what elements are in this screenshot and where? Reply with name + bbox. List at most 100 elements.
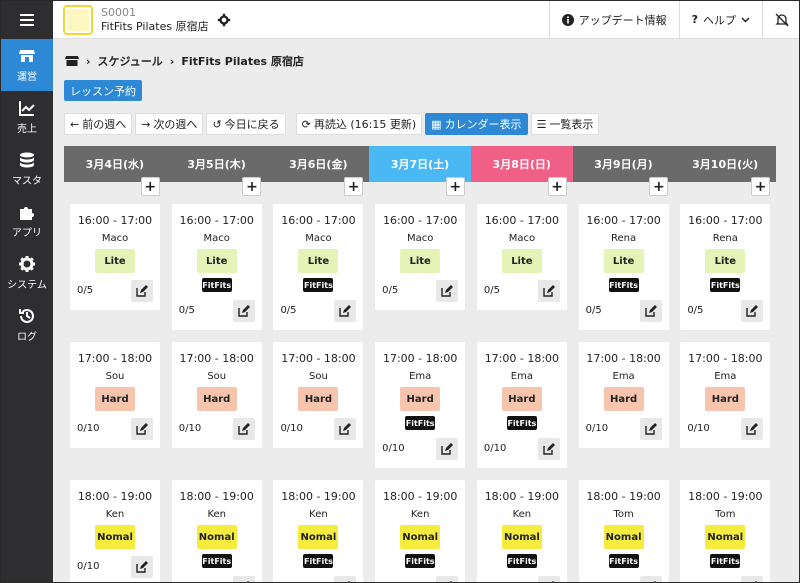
lesson-card[interactable]: 18:00 - 19:00KenNomalFitFits0/10 [273,480,364,582]
lesson-instructor: Maco [305,233,332,244]
edit-lesson-button[interactable] [131,556,153,578]
edit-lesson-button[interactable] [232,300,255,322]
sidebar-item-apps[interactable]: アプリ [1,195,53,247]
edit-lesson-button[interactable] [639,576,662,582]
lesson-card[interactable]: 18:00 - 19:00KenNomalFitFits0/10 [375,480,466,582]
level-badge: Lite [196,249,237,273]
edit-lesson-button[interactable] [741,300,764,322]
edit-lesson-button[interactable] [537,280,560,302]
lesson-card[interactable]: 17:00 - 18:00 Sou Hard 0/10 [70,342,160,448]
edit-lesson-button[interactable] [334,576,357,582]
lesson-card[interactable]: 16:00 - 17:00 Maco Lite FitFits 0/5 [273,204,364,330]
add-lesson-button[interactable]: + [344,177,364,196]
lesson-card[interactable]: 16:00 - 17:00 Maco Lite 0/5 [375,204,466,310]
lesson-time: 18:00 - 19:00 [382,490,458,503]
day-column: +16:00 - 17:00 Maco Lite 0/5 17:00 - 18:00 Em… [471,177,573,582]
lesson-reserve-button[interactable]: レッスン予約 [64,80,142,101]
edit-lesson-button[interactable] [537,438,560,460]
sidebar-item-master[interactable]: マスタ [1,143,53,195]
lesson-card[interactable]: 16:00 - 17:00 Rena Lite FitFits 0/5 [680,204,771,330]
lesson-card[interactable]: 16:00 - 17:00 Maco Lite FitFits 0/5 [171,204,262,330]
store-info: S0001 FitFits Pilates 原宿店 [101,6,209,34]
menu-toggle-button[interactable] [1,1,53,39]
edit-icon [441,285,454,297]
arrow-right-icon: → [141,117,151,131]
next-week-button[interactable]: → 次の週へ [135,113,204,135]
notifications-off-button[interactable] [762,1,799,39]
edit-lesson-button[interactable] [436,438,459,460]
store-code: S0001 [101,5,136,19]
add-lesson-button[interactable]: + [751,177,771,196]
calendar-view-button[interactable]: ▦ カレンダー表示 [425,113,528,135]
day-column: +16:00 - 17:00 Rena Lite FitFits 0/5 17:00 - … [573,177,675,582]
add-lesson-button[interactable]: + [445,177,465,196]
update-info-button[interactable]: アップデート情報 [548,1,679,39]
sidebar-item-system[interactable]: システム [1,247,53,299]
add-lesson-button[interactable]: + [140,177,160,196]
lesson-card[interactable]: 18:00 - 19:00KenNomalFitFits0/10 [476,480,567,582]
edit-lesson-button[interactable] [639,418,662,440]
sidebar-item-sales[interactable]: 売上 [1,91,53,143]
edit-icon [136,561,148,573]
lesson-capacity: 0/10 [77,561,100,572]
lesson-time: 18:00 - 19:00 [281,490,356,503]
sidebar-item-log[interactable]: ログ [1,299,53,351]
lesson-time: 16:00 - 17:00 [281,214,356,227]
today-button[interactable]: ↺ 今日に戻る [206,113,286,135]
lesson-capacity: 0/5 [280,305,297,316]
help-label: ヘルプ [703,13,736,27]
breadcrumb-schedule[interactable]: スケジュール [98,53,163,69]
add-lesson-button[interactable]: + [649,177,669,196]
lesson-card[interactable]: 18:00 - 19:00KenNomalFitFits0/10 [171,480,262,582]
lesson-card[interactable]: 17:00 - 18:00 Ema Hard FitFits 0/10 [476,342,567,468]
sidebar-item-label: 運営 [17,72,37,83]
lesson-time: 17:00 - 18:00 [484,352,560,365]
edit-lesson-button[interactable] [334,300,357,322]
store-icon[interactable] [65,55,79,67]
list-view-button[interactable]: ☰ 一覧表示 [530,113,600,135]
lesson-card[interactable]: 16:00 - 17:00 Maco Lite 0/5 [70,204,160,310]
level-badge: Nomal [298,525,339,549]
level-badge: Nomal [501,525,542,549]
edit-lesson-button[interactable] [131,280,153,302]
breadcrumb-store: FitFits Pilates 原宿店 [181,55,304,68]
edit-lesson-button[interactable] [537,576,560,582]
lesson-card[interactable]: 18:00 - 19:00 Ken Nomal 0/10 [70,480,160,582]
prev-week-button[interactable]: ← 前の週へ [64,113,133,135]
lesson-card[interactable]: 17:00 - 18:00 Sou Hard 0/10 [273,342,364,448]
sidebar-item-operations[interactable]: 運営 [1,39,53,91]
schedule-toolbar: ← 前の週へ → 次の週へ ↺ 今日に戻る ⟳ 再読込 (16:15 更新) ▦ カレンダ… [64,113,600,135]
edit-lesson-button[interactable] [232,576,255,582]
breadcrumb-separator: › [86,54,91,68]
edit-lesson-button[interactable] [334,418,357,440]
edit-icon [136,423,148,435]
edit-lesson-button[interactable] [436,576,459,582]
lesson-card[interactable]: 18:00 - 19:00TomNomalFitFits0/10 [680,480,771,582]
help-button[interactable]: ? ヘルプ [678,1,762,39]
lesson-card[interactable]: 17:00 - 18:00 Ema Hard FitFits 0/10 [375,342,466,468]
lesson-card[interactable]: 17:00 - 18:00 Ema Hard 0/10 [578,342,669,448]
lesson-card[interactable]: 16:00 - 17:00 Maco Lite 0/5 [476,204,567,310]
lesson-card[interactable]: 17:00 - 18:00 Sou Hard 0/10 [171,342,262,448]
today-label: 今日に戻る [224,118,280,131]
edit-lesson-button[interactable] [741,576,764,582]
lesson-capacity: 0/10 [280,423,303,434]
lesson-card[interactable]: 16:00 - 17:00 Rena Lite FitFits 0/5 [578,204,669,330]
lesson-capacity: 0/5 [382,285,399,296]
reload-button[interactable]: ⟳ 再読込 (16:15 更新) [295,113,423,135]
edit-icon [339,423,352,435]
edit-lesson-button[interactable] [436,280,459,302]
level-badge: Lite [400,249,441,273]
lesson-card[interactable]: 18:00 - 19:00TomNomalFitFits0/10 [578,480,669,582]
edit-lesson-button[interactable] [232,418,255,440]
brand-badge: FitFits [608,554,639,568]
edit-lesson-button[interactable] [131,418,153,440]
add-lesson-button[interactable]: + [547,177,567,196]
sidebar-item-label: 売上 [17,124,37,135]
add-lesson-button[interactable]: + [242,177,262,196]
edit-lesson-button[interactable] [741,418,764,440]
lesson-capacity: 0/5 [687,305,704,316]
store-settings-icon[interactable] [217,13,231,27]
edit-lesson-button[interactable] [639,300,662,322]
lesson-card[interactable]: 17:00 - 18:00 Ema Hard 0/10 [680,342,771,448]
